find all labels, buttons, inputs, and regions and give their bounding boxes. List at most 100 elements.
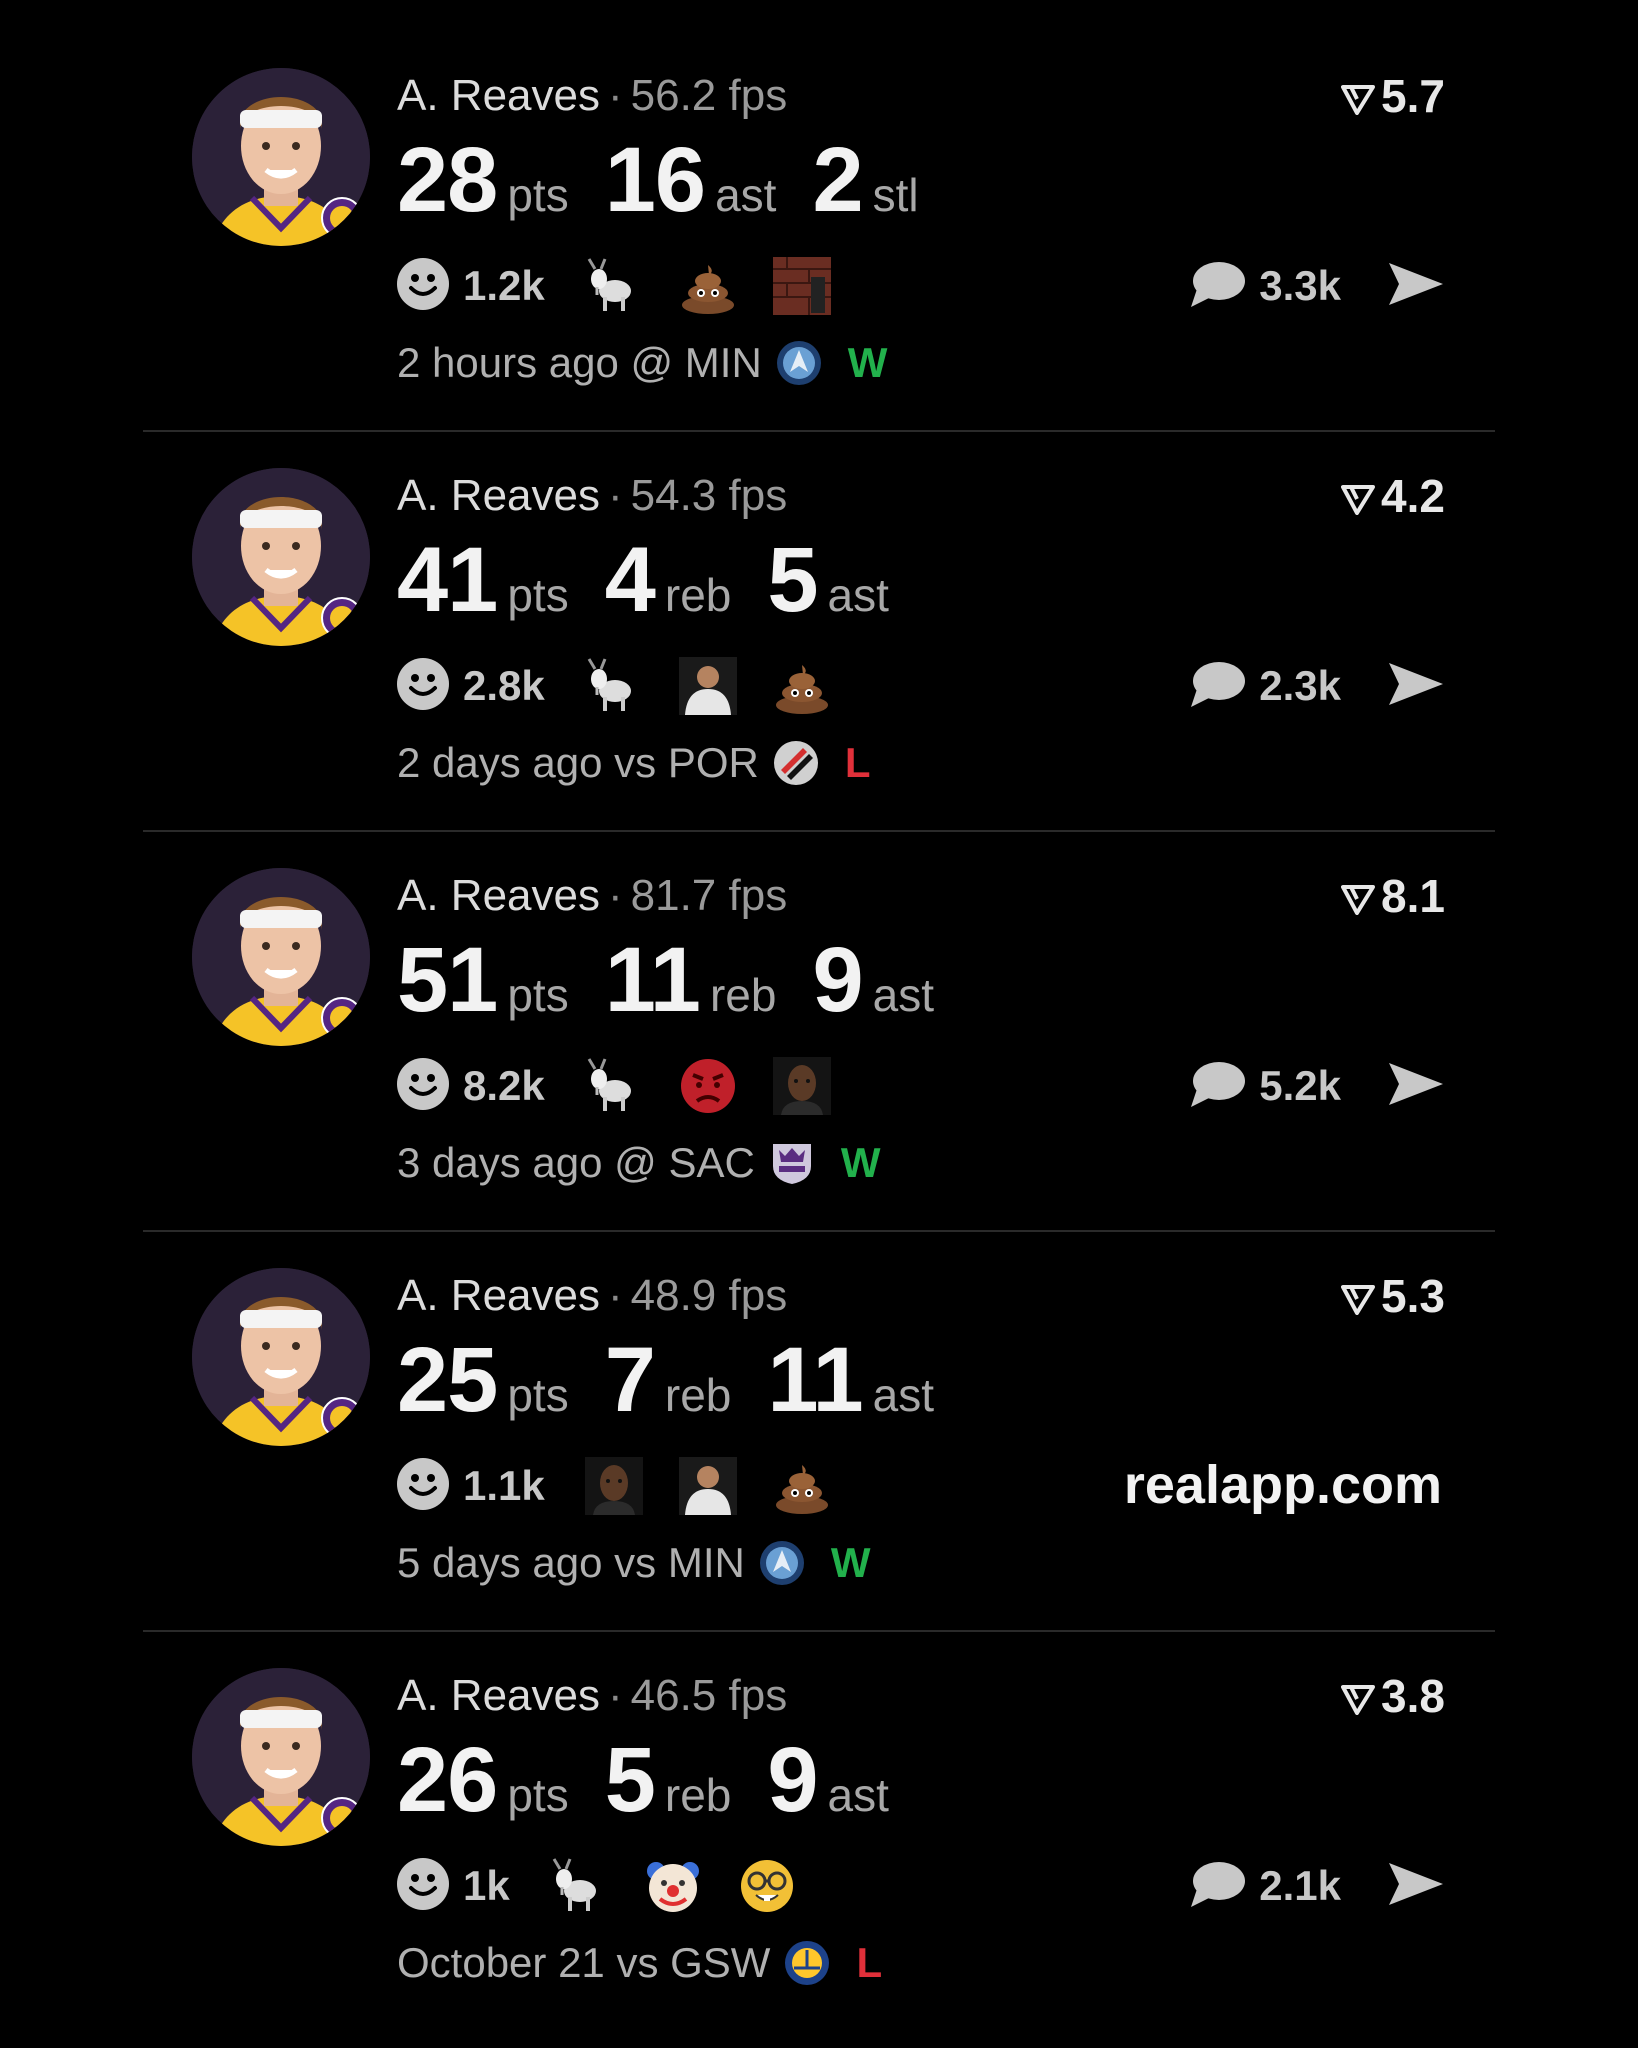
player-avatar[interactable] bbox=[192, 68, 370, 246]
photo-person-reaction-icon[interactable] bbox=[678, 1457, 737, 1515]
smiley-icon[interactable] bbox=[395, 1056, 451, 1117]
game-result: L bbox=[856, 1939, 883, 1986]
stat-card[interactable]: A. Reaves · 54.3 fps 4.2 41 pts 4 reb 5 as… bbox=[0, 400, 1638, 800]
stat-value: 11 bbox=[767, 1329, 863, 1431]
warriors-logo bbox=[770, 1940, 830, 1986]
stat-value: 51 bbox=[397, 929, 498, 1031]
reactions-row: 1.2k bbox=[395, 256, 867, 316]
rating-value: 3.8 bbox=[1381, 1670, 1445, 1722]
player-name[interactable]: A. Reaves bbox=[397, 1271, 600, 1320]
comment-icon[interactable] bbox=[1189, 659, 1246, 714]
smiley-icon[interactable] bbox=[395, 1456, 451, 1517]
comment-count[interactable]: 2.3k bbox=[1259, 662, 1341, 710]
photo-face-reaction-icon[interactable] bbox=[584, 1457, 643, 1515]
game-result: L bbox=[844, 739, 871, 786]
game-info: 5 days ago vs MIN W bbox=[397, 1538, 870, 1588]
reaction-count[interactable]: 1.2k bbox=[463, 262, 545, 310]
photo-brick-reaction-icon[interactable] bbox=[772, 257, 831, 315]
nerd-reaction-icon[interactable] bbox=[738, 1857, 796, 1915]
player-header: A. Reaves · 46.5 fps bbox=[397, 1670, 787, 1722]
game-result: W bbox=[830, 1539, 871, 1586]
comment-icon[interactable] bbox=[1189, 1059, 1246, 1114]
player-avatar[interactable] bbox=[192, 868, 370, 1046]
stat-card[interactable]: A. Reaves · 48.9 fps 5.3 25 pts 7 reb 11 a… bbox=[0, 1200, 1638, 1600]
player-name[interactable]: A. Reaves bbox=[397, 71, 600, 120]
stat-unit: pts bbox=[507, 1769, 569, 1821]
reaction-count[interactable]: 1.1k bbox=[463, 1462, 545, 1510]
blazers-logo bbox=[759, 740, 819, 786]
player-name[interactable]: A. Reaves bbox=[397, 1671, 600, 1720]
reaction-count[interactable]: 8.2k bbox=[463, 1062, 545, 1110]
fantasy-points: 81.7 fps bbox=[630, 871, 788, 920]
smiley-icon[interactable] bbox=[395, 256, 451, 317]
game-text: 2 hours ago @ MIN bbox=[397, 339, 762, 386]
stat-card[interactable]: A. Reaves · 46.5 fps 3.8 26 pts 5 reb 9 as… bbox=[0, 1600, 1638, 2000]
rating-icon bbox=[1341, 1670, 1381, 1722]
poop-reaction-icon[interactable] bbox=[773, 657, 831, 715]
comment-count[interactable]: 5.2k bbox=[1259, 1062, 1341, 1110]
fantasy-points: 54.3 fps bbox=[630, 471, 788, 520]
reaction-count[interactable]: 2.8k bbox=[463, 662, 545, 710]
rating-badge[interactable]: 5.7 bbox=[1341, 70, 1445, 122]
stat-unit: ast bbox=[715, 169, 777, 221]
stat-reb: 11 reb bbox=[605, 930, 777, 1030]
rating-value: 5.7 bbox=[1381, 70, 1445, 122]
timberwolves-logo bbox=[762, 340, 822, 386]
separator-dot: · bbox=[607, 1671, 623, 1720]
share-icon[interactable] bbox=[1387, 1059, 1445, 1114]
fantasy-points: 48.9 fps bbox=[630, 1271, 788, 1320]
timberwolves-logo bbox=[745, 1540, 805, 1586]
stat-pts: 41 pts bbox=[397, 530, 569, 630]
comment-count[interactable]: 2.1k bbox=[1259, 1862, 1341, 1910]
share-icon[interactable] bbox=[1387, 659, 1445, 714]
stat-value: 11 bbox=[604, 929, 701, 1031]
stat-card[interactable]: A. Reaves · 56.2 fps 5.7 28 pts 16 ast 2 s… bbox=[0, 0, 1638, 400]
stat-line: 26 pts 5 reb 9 ast bbox=[397, 1730, 925, 1830]
stat-value: 7 bbox=[604, 1329, 656, 1431]
share-icon[interactable] bbox=[1387, 259, 1445, 314]
player-avatar[interactable] bbox=[192, 468, 370, 646]
angry-reaction-icon[interactable] bbox=[679, 1057, 737, 1115]
stat-ast: 16 ast bbox=[605, 130, 777, 230]
rating-badge[interactable]: 5.3 bbox=[1341, 1270, 1445, 1322]
stat-unit: stl bbox=[872, 169, 919, 221]
player-avatar[interactable] bbox=[192, 1668, 370, 1846]
smiley-icon[interactable] bbox=[395, 656, 451, 717]
stat-unit: reb bbox=[664, 1369, 732, 1421]
stat-line: 51 pts 11 reb 9 ast bbox=[397, 930, 970, 1030]
rating-badge[interactable]: 4.2 bbox=[1341, 470, 1445, 522]
comment-icon[interactable] bbox=[1189, 1859, 1246, 1914]
poop-reaction-icon[interactable] bbox=[773, 1457, 831, 1515]
goat-reaction-icon[interactable] bbox=[550, 1857, 608, 1915]
goat-reaction-icon[interactable] bbox=[585, 1057, 643, 1115]
player-name[interactable]: A. Reaves bbox=[397, 871, 600, 920]
card-actions: 2.3k bbox=[1189, 656, 1445, 716]
clown-reaction-icon[interactable] bbox=[644, 1857, 702, 1915]
player-name[interactable]: A. Reaves bbox=[397, 471, 600, 520]
stat-value: 41 bbox=[397, 529, 498, 631]
player-avatar[interactable] bbox=[192, 1268, 370, 1446]
stat-value: 28 bbox=[397, 129, 498, 231]
game-text: 2 days ago vs POR bbox=[397, 739, 759, 786]
photo-face-reaction-icon[interactable] bbox=[772, 1057, 831, 1115]
stat-unit: pts bbox=[507, 169, 569, 221]
poop-reaction-icon[interactable] bbox=[679, 257, 737, 315]
share-icon[interactable] bbox=[1387, 1859, 1445, 1914]
stat-pts: 51 pts bbox=[397, 930, 569, 1030]
photo-person-reaction-icon[interactable] bbox=[678, 657, 737, 715]
rating-value: 5.3 bbox=[1381, 1270, 1445, 1322]
stat-card[interactable]: A. Reaves · 81.7 fps 8.1 51 pts 11 reb 9 a… bbox=[0, 800, 1638, 1200]
goat-reaction-icon[interactable] bbox=[585, 257, 643, 315]
stat-pts: 28 pts bbox=[397, 130, 569, 230]
separator-dot: · bbox=[607, 471, 623, 520]
comment-count[interactable]: 3.3k bbox=[1259, 262, 1341, 310]
reaction-count[interactable]: 1k bbox=[463, 1862, 510, 1910]
stat-unit: reb bbox=[664, 569, 732, 621]
comment-icon[interactable] bbox=[1189, 259, 1246, 314]
stat-reb: 4 reb bbox=[605, 530, 732, 630]
rating-badge[interactable]: 3.8 bbox=[1341, 1670, 1445, 1722]
stat-line: 28 pts 16 ast 2 stl bbox=[397, 130, 955, 230]
smiley-icon[interactable] bbox=[395, 1856, 451, 1917]
rating-badge[interactable]: 8.1 bbox=[1341, 870, 1445, 922]
goat-reaction-icon[interactable] bbox=[585, 657, 643, 715]
